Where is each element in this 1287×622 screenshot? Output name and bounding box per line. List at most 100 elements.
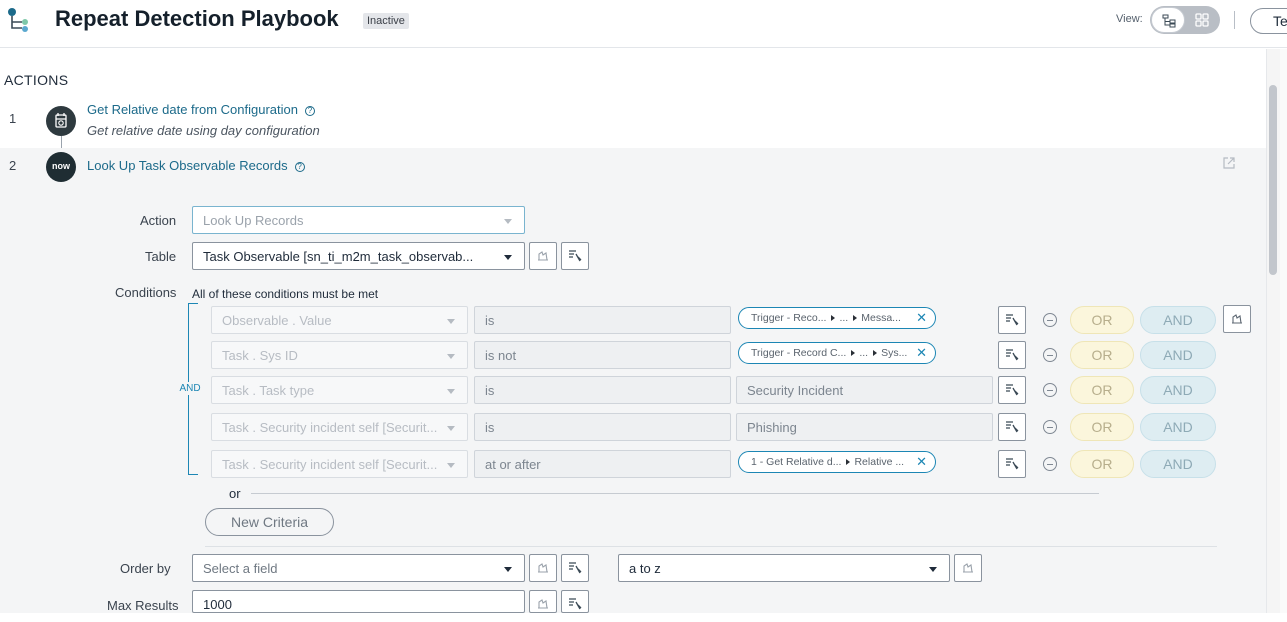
condition-field-value: Observable . Value: [222, 313, 332, 328]
data-pill-picker-icon: [1006, 349, 1019, 361]
script-toggle-button[interactable]: [529, 554, 557, 582]
condition-field-value: Task . Security incident self [Securit..…: [222, 420, 438, 435]
tree-view-option[interactable]: [1151, 7, 1185, 33]
order-by-label: Order by: [120, 561, 171, 576]
data-pill-picker-button[interactable]: [561, 590, 589, 613]
remove-condition-icon[interactable]: [1043, 348, 1057, 362]
condition-value-input[interactable]: Phishing: [736, 413, 993, 441]
step-1-title[interactable]: Get Relative date from Configuration?: [87, 102, 315, 117]
pill-arrow-icon: [846, 459, 851, 465]
condition-operator-select[interactable]: is: [474, 376, 731, 404]
condition-operator-select[interactable]: is: [474, 306, 731, 334]
condition-value-input[interactable]: Security Incident: [736, 376, 993, 404]
and-button[interactable]: AND: [1140, 450, 1216, 478]
action-select-value: Look Up Records: [203, 213, 304, 228]
tree-view-icon: [1162, 14, 1176, 28]
grid-view-icon[interactable]: [1194, 12, 1210, 28]
data-pill-part: ...: [839, 312, 849, 324]
or-button[interactable]: OR: [1070, 413, 1134, 441]
data-pill-picker-button[interactable]: [998, 413, 1026, 441]
or-button[interactable]: OR: [1070, 376, 1134, 404]
chevron-down-icon: [447, 463, 455, 468]
remove-condition-icon[interactable]: [1043, 313, 1057, 327]
close-icon[interactable]: ✕: [916, 310, 927, 326]
max-results-input[interactable]: 1000: [192, 590, 525, 613]
data-pill-part: Trigger - Record C...: [751, 347, 847, 359]
data-pill-picker-icon: [1006, 314, 1019, 326]
step-2-title[interactable]: Look Up Task Observable Records?: [87, 158, 305, 173]
help-icon[interactable]: ?: [294, 162, 305, 172]
data-pill[interactable]: 1 - Get Relative d... Relative ... ✕: [738, 451, 936, 473]
and-button[interactable]: AND: [1140, 413, 1216, 441]
step-1-title-text[interactable]: Get Relative date from Configuration: [87, 102, 298, 117]
order-by-placeholder: Select a field: [203, 561, 278, 576]
remove-condition-icon[interactable]: [1043, 420, 1057, 434]
condition-operator-value: is not: [485, 348, 517, 363]
chevron-down-icon: [504, 219, 512, 224]
remove-condition-icon[interactable]: [1043, 383, 1057, 397]
data-pill[interactable]: Trigger - Reco...... Messa... ✕: [738, 307, 936, 329]
and-button[interactable]: AND: [1140, 341, 1216, 369]
condition-operator-select[interactable]: at or after: [474, 450, 731, 478]
step-icon-circle[interactable]: [46, 106, 76, 136]
close-icon[interactable]: ✕: [916, 345, 927, 361]
data-pill-part: Relative ...: [854, 456, 905, 468]
order-by-select[interactable]: Select a field: [192, 554, 525, 582]
condition-field-select[interactable]: Observable . Value: [211, 306, 468, 334]
action-select[interactable]: Look Up Records: [192, 206, 525, 234]
data-pill-picker-button[interactable]: [561, 242, 589, 270]
pill-arrow-icon: [831, 315, 836, 321]
table-label: Table: [145, 249, 177, 264]
data-pill-picker-button[interactable]: [998, 341, 1026, 369]
order-direction-value: a to z: [629, 561, 661, 576]
condition-field-value: Task . Security incident self [Securit..…: [222, 457, 438, 472]
actions-heading: ACTIONS: [4, 72, 69, 88]
condition-field-value: Task . Task type: [222, 383, 315, 398]
step-1-description: Get relative date using day configuratio…: [87, 123, 320, 138]
step-number: 2: [9, 158, 17, 173]
data-pill-picker-button[interactable]: [998, 450, 1026, 478]
condition-field-value: Task . Sys ID: [222, 348, 298, 363]
help-icon[interactable]: ?: [305, 106, 315, 116]
and-button[interactable]: AND: [1140, 306, 1216, 334]
close-icon[interactable]: ✕: [916, 454, 927, 470]
script-toggle-button[interactable]: [529, 242, 557, 270]
page-title: Repeat Detection Playbook: [55, 6, 339, 31]
data-pill-picker-button[interactable]: [998, 376, 1026, 404]
view-toggle[interactable]: [1150, 6, 1220, 34]
open-external-icon[interactable]: [1222, 156, 1236, 170]
remove-condition-icon[interactable]: [1043, 457, 1057, 471]
conditions-label: Conditions: [115, 285, 177, 300]
data-pill-picker-icon: [1006, 421, 1019, 433]
data-pill-picker-button[interactable]: [561, 554, 589, 582]
script-toggle-button[interactable]: [1223, 305, 1251, 333]
condition-field-select[interactable]: Task . Task type: [211, 376, 468, 404]
data-pill-picker-button[interactable]: [998, 306, 1026, 334]
table-select[interactable]: Task Observable [sn_ti_m2m_task_observab…: [192, 242, 525, 270]
order-direction-select[interactable]: a to z: [618, 554, 950, 582]
and-button[interactable]: AND: [1140, 376, 1216, 404]
condition-field-select[interactable]: Task . Security incident self [Securit..…: [211, 450, 468, 478]
section-divider: [205, 546, 1217, 547]
data-pill-part: Sys...: [881, 347, 908, 359]
or-button[interactable]: OR: [1070, 450, 1134, 478]
or-button[interactable]: OR: [1070, 306, 1134, 334]
pill-arrow-icon: [853, 315, 858, 321]
condition-operator-select[interactable]: is not: [474, 341, 731, 369]
or-button[interactable]: OR: [1070, 341, 1134, 369]
script-toggle-button[interactable]: [529, 590, 557, 613]
condition-field-select[interactable]: Task . Security incident self [Securit..…: [211, 413, 468, 441]
scrollbar-thumb[interactable]: [1269, 85, 1277, 275]
step-2-title-text[interactable]: Look Up Task Observable Records: [87, 158, 288, 173]
condition-operator-select[interactable]: is: [474, 413, 731, 441]
condition-field-select[interactable]: Task . Sys ID: [211, 341, 468, 369]
new-criteria-button[interactable]: New Criteria: [205, 508, 334, 536]
step-icon-circle[interactable]: now: [46, 152, 76, 182]
script-toggle-button[interactable]: [954, 554, 982, 582]
test-button[interactable]: Te: [1250, 8, 1287, 34]
right-panel-edge: [1280, 49, 1287, 613]
data-pill[interactable]: Trigger - Record C...... Sys... ✕: [738, 342, 936, 364]
and-group-label: AND: [178, 382, 202, 395]
chevron-down-icon: [447, 319, 455, 324]
page-header: Repeat Detection Playbook Inactive View:…: [0, 0, 1287, 48]
